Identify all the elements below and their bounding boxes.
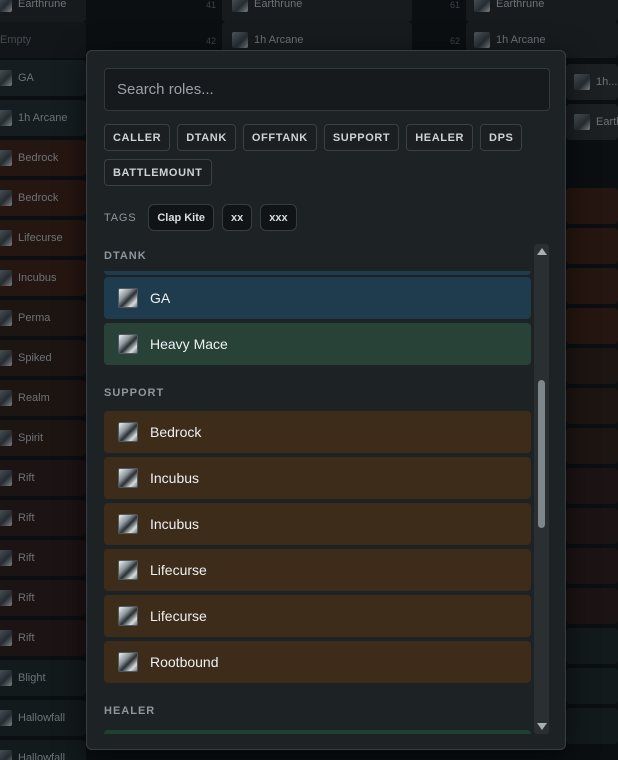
group-title-support: SUPPORT [104, 387, 165, 399]
role-list-item[interactable]: Incubus [104, 457, 531, 499]
staff-icon [118, 468, 138, 488]
role-item-label: GA [150, 290, 171, 306]
tag-list: Clap Kite xx xxx [148, 204, 297, 231]
staff-icon [118, 606, 138, 626]
role-list[interactable]: DTANK GA Heavy Mace SUPPORT Bedrock Incubus In… [104, 244, 531, 734]
role-list-item[interactable]: Incubus [104, 503, 531, 545]
role-list-item[interactable]: GA [104, 277, 531, 319]
role-filter-chips: CALLER DTANK OFFTANK SUPPORT HEALER DPS BATTLE… [104, 124, 550, 186]
scroll-down-icon[interactable] [536, 723, 547, 730]
staff-icon [118, 560, 138, 580]
mace-icon [118, 334, 138, 354]
role-filter-dps[interactable]: DPS [480, 124, 523, 151]
weapon-icon [118, 288, 138, 308]
role-filter-healer[interactable]: HEALER [406, 124, 474, 151]
role-item-label: Rootbound [150, 654, 219, 670]
staff-icon [118, 422, 138, 442]
tag-chip[interactable]: xx [222, 204, 253, 231]
tag-chip[interactable]: xxx [260, 204, 297, 231]
role-list-item[interactable]: Lifecurse [104, 549, 531, 591]
group-title-healer: HEALER [104, 705, 156, 717]
role-list-item[interactable]: Heavy Mace [104, 323, 531, 365]
scroll-up-icon[interactable] [536, 248, 547, 255]
group-title-dtank: DTANK [104, 250, 147, 262]
role-list-item[interactable] [104, 730, 531, 734]
role-picker-dialog: CALLERDTANKOFFTANKSUPPORTHEALERDPSBATTLE… [86, 50, 566, 750]
role-item-label: Lifecurse [150, 562, 207, 578]
role-item-label: Incubus [150, 516, 200, 532]
role-filter-support[interactable]: SUPPORT [323, 124, 400, 151]
partial-list-item [104, 271, 531, 275]
search-roles-input[interactable] [104, 68, 550, 111]
tags-row: TAGS Clap Kite xx xxx [104, 204, 297, 231]
role-list-item[interactable]: Bedrock [104, 411, 531, 453]
role-list-item[interactable]: Rootbound [104, 641, 531, 683]
role-item-label: Lifecurse [150, 608, 207, 624]
role-item-label: Heavy Mace [150, 336, 228, 352]
staff-icon [118, 652, 138, 672]
role-list-scrollbar[interactable] [534, 244, 549, 734]
role-filter-dtank[interactable]: DTANK [177, 124, 236, 151]
role-filter-offtank[interactable]: OFFTANK [242, 124, 317, 151]
scroll-thumb[interactable] [538, 380, 545, 528]
role-item-label: Bedrock [150, 424, 202, 440]
tags-label: TAGS [104, 211, 137, 224]
staff-icon [118, 514, 138, 534]
role-filter-caller[interactable]: CALLER [104, 124, 171, 151]
tag-chip[interactable]: Clap Kite [148, 204, 215, 231]
role-filter-battlemount[interactable]: BATTLEMOUNT [104, 159, 212, 186]
role-item-label: Incubus [150, 470, 200, 486]
role-list-item[interactable]: Lifecurse [104, 595, 531, 637]
